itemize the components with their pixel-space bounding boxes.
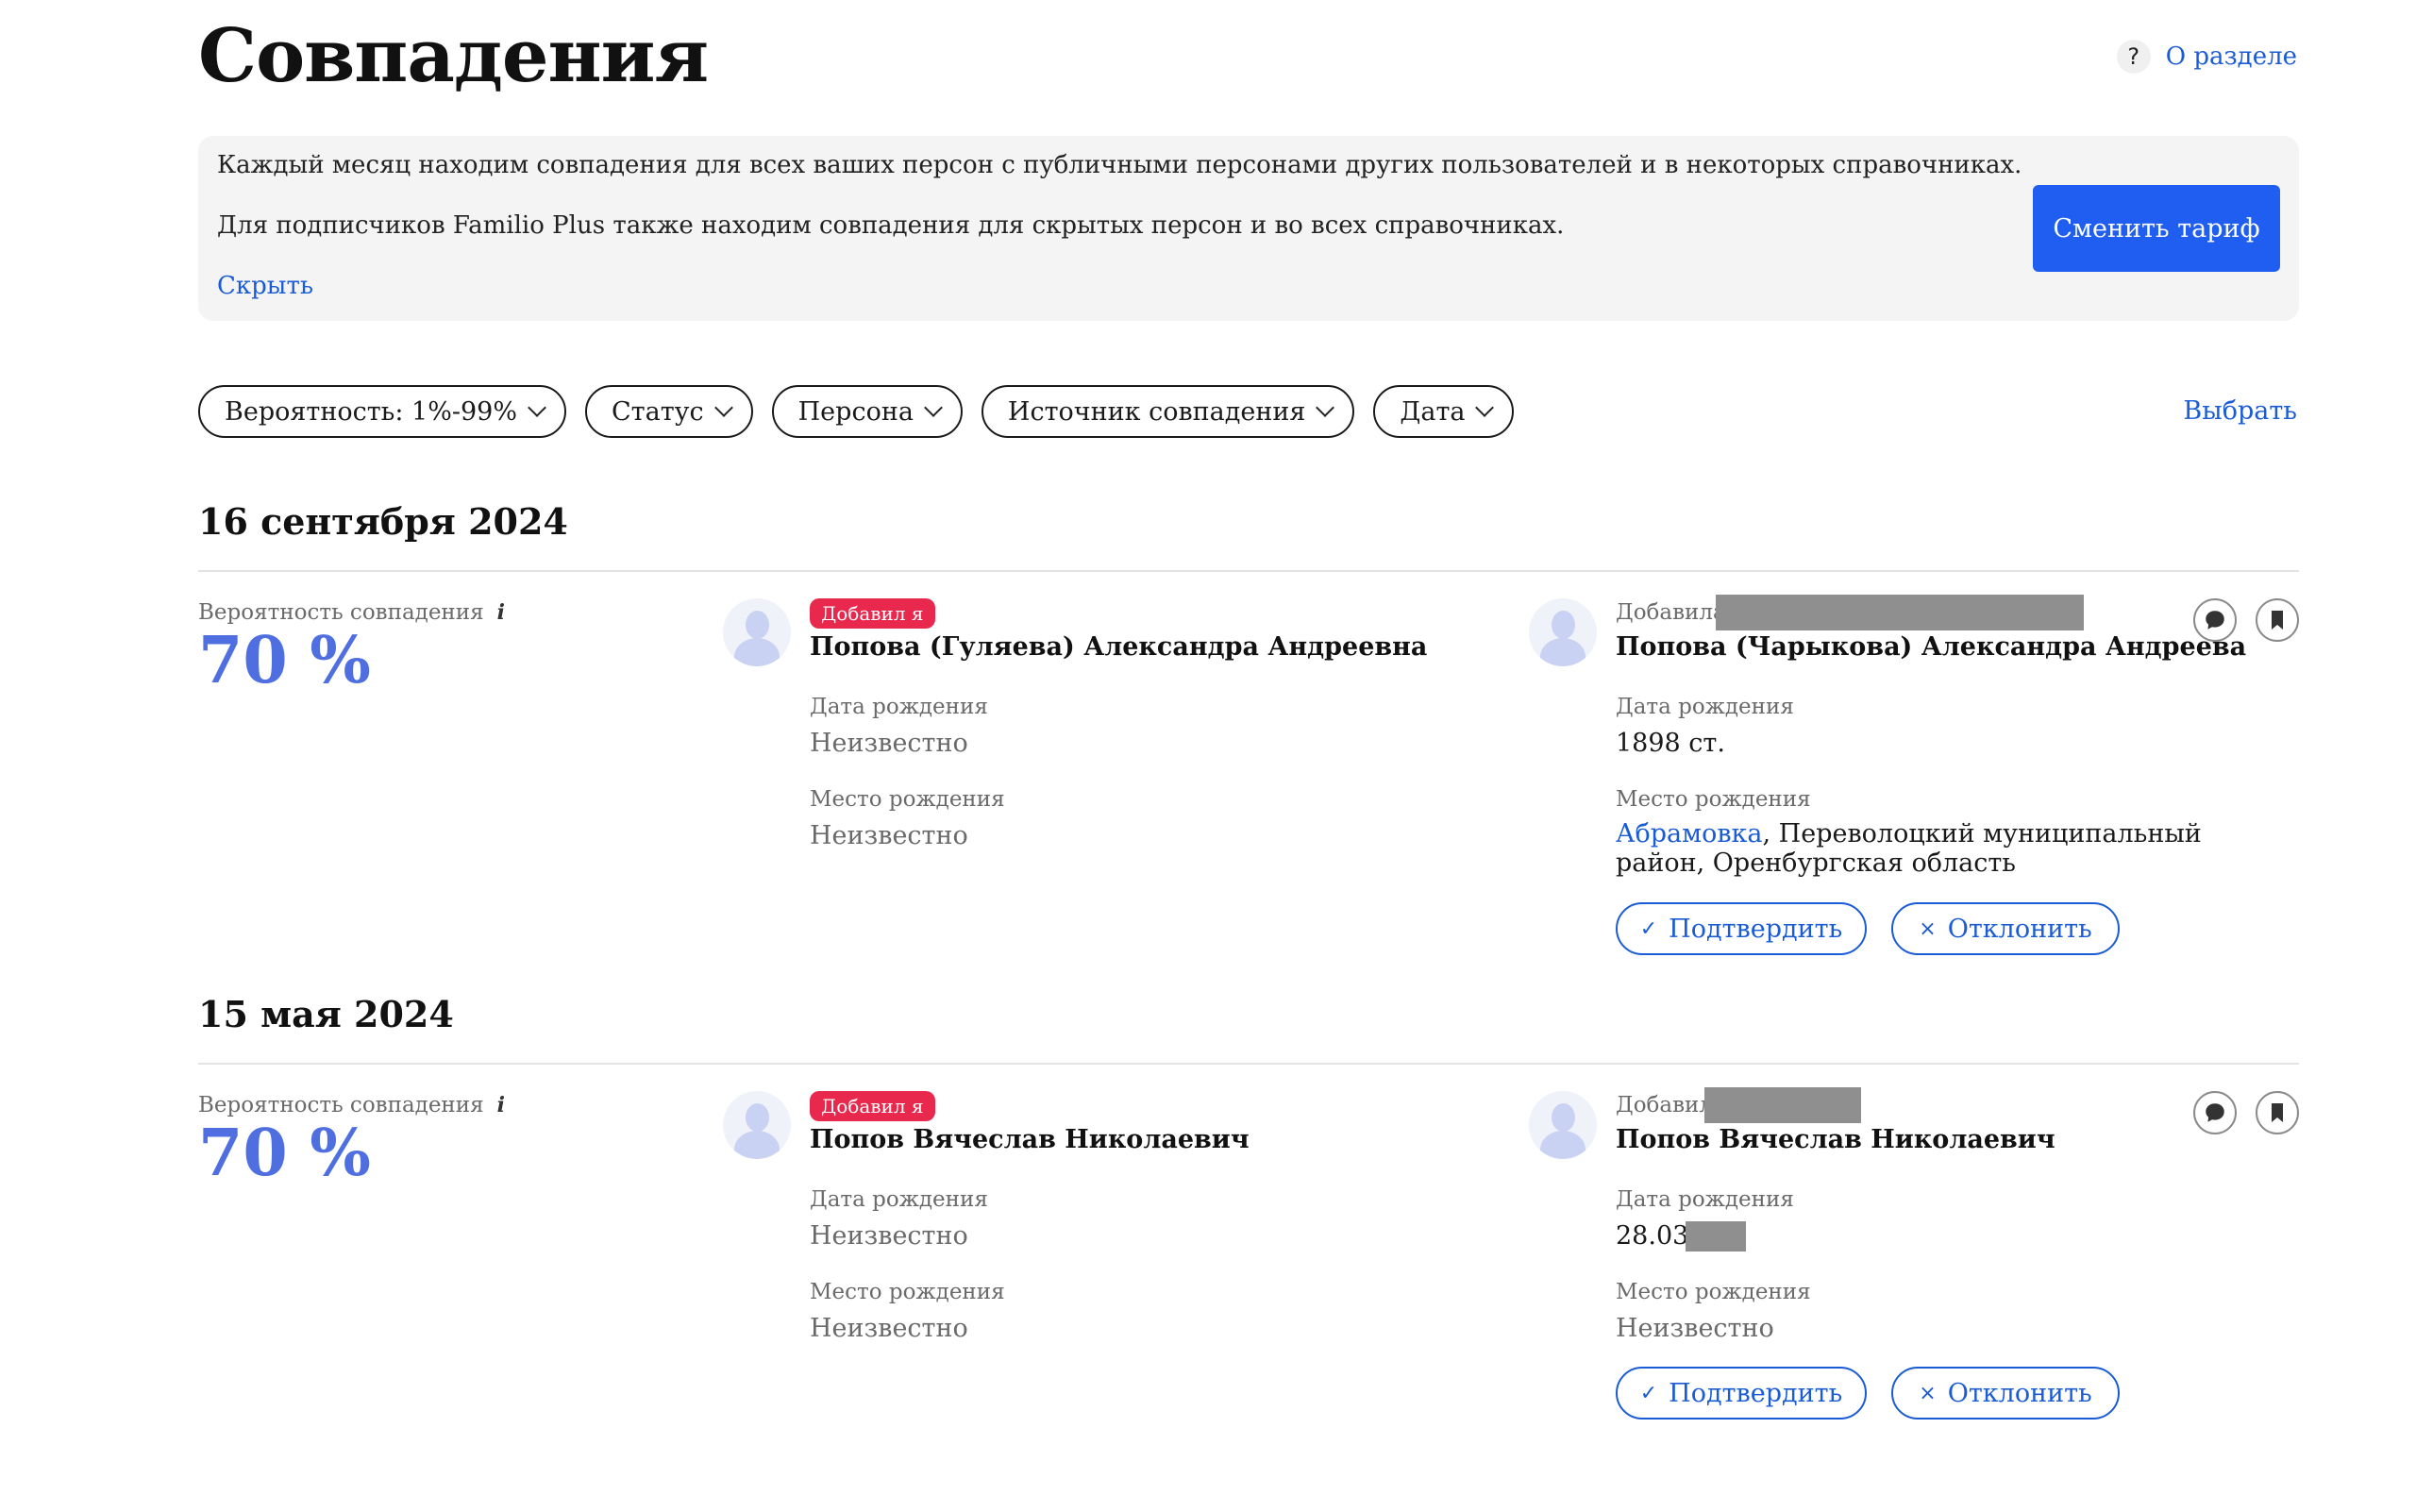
chevron-down-icon [924,398,943,417]
person-name[interactable]: Попов Вячеслав Николаевич [810,1125,1250,1154]
probability-label: Вероятность совпадения i [198,1093,505,1117]
filter-label: Статус [612,396,704,427]
birth-date-label: Дата рождения [1616,1187,1794,1212]
person-name[interactable]: Попова (Чарыкова) Александра Андреева [1616,632,2246,662]
reject-button[interactable]: × Отклонить [1891,1367,2120,1420]
birth-place-label: Место рождения [810,787,1005,812]
hide-link[interactable]: Скрыть [217,272,313,300]
comment-button[interactable] [2193,1091,2237,1134]
redacted-author [1704,1087,1861,1123]
bookmark-icon [2272,1103,2283,1122]
filter-label: Источник совпадения [1007,396,1306,427]
reject-label: Отклонить [1947,1378,2092,1408]
chevron-down-icon [528,398,546,417]
filter-label: Дата [1400,396,1466,427]
birth-place-label: Место рождения [1616,1280,1811,1304]
info-text-2: Для подписчиков Familio Plus также наход… [217,211,1565,240]
added-by-me-badge: Добавил я [810,598,935,629]
person-name[interactable]: Попов Вячеслав Николаевич [1616,1125,2055,1154]
bookmark-button[interactable] [2256,598,2299,642]
avatar-icon [1529,1091,1597,1159]
confirm-label: Подтвердить [1669,1378,1843,1408]
birth-place-value: Неизвестно [1616,1314,1774,1343]
divider [198,570,2299,572]
birth-date-label: Дата рождения [810,1187,988,1212]
help-icon[interactable]: ? [2116,40,2151,74]
probability-value: 70 % [198,623,371,698]
select-link[interactable]: Выбрать [2183,396,2297,426]
probability-label: Вероятность совпадения i [198,600,505,625]
chevron-down-icon [1475,398,1495,417]
close-icon: × [1919,916,1937,941]
birth-place-value: Абрамовка, Переволоцкий муниципальный ра… [1616,819,2276,878]
person-name[interactable]: Попова (Гуляева) Александра Андреевна [810,632,1427,662]
added-by-label: Добавила [1616,600,1726,625]
filter-date[interactable]: Дата [1373,385,1515,438]
info-icon[interactable]: i [497,1093,505,1117]
avatar-icon [1529,598,1597,666]
added-by-label: Добавил [1616,1093,1713,1117]
avatar-icon [723,598,791,666]
date-heading: 15 мая 2024 [198,993,454,1035]
birth-date-label: Дата рождения [1616,695,1794,719]
birth-place-link[interactable]: Абрамовка [1616,819,1763,848]
filter-probability[interactable]: Вероятность: 1%-99% [198,385,566,438]
info-banner: Каждый месяц находим совпадения для всех… [198,136,2299,321]
about-link[interactable]: О разделе [2166,42,2297,71]
comment-button[interactable] [2193,598,2237,642]
chevron-down-icon [713,398,733,417]
filter-source[interactable]: Источник совпадения [981,385,1355,438]
info-icon[interactable]: i [497,600,505,625]
filter-label: Персона [797,396,914,427]
comment-icon [2206,1103,2224,1122]
probability-value: 70 % [198,1116,371,1191]
redacted-year [1686,1221,1746,1252]
birth-place-label: Место рождения [1616,787,1811,812]
birth-date-label: Дата рождения [810,695,988,719]
filter-status[interactable]: Статус [585,385,753,438]
close-icon: × [1919,1381,1937,1405]
added-by-me-badge: Добавил я [810,1091,935,1121]
filter-bar: Вероятность: 1%-99% Статус Персона Источ… [198,385,1515,438]
comment-icon [2206,611,2224,630]
change-tariff-button[interactable]: Сменить тариф [2033,185,2280,272]
reject-label: Отклонить [1947,914,2092,944]
reject-button[interactable]: × Отклонить [1891,902,2120,955]
redacted-author [1716,595,2084,630]
birth-date-value: 28.03. [1616,1221,1697,1251]
probability-label-text: Вероятность совпадения [198,600,484,625]
confirm-button[interactable]: ✓ Подтвердить [1616,902,1867,955]
bookmark-button[interactable] [2256,1091,2299,1134]
birth-place-value: Неизвестно [810,1314,968,1343]
confirm-button[interactable]: ✓ Подтвердить [1616,1367,1867,1420]
birth-place-value: Неизвестно [810,821,968,850]
page-title: Совпадения [198,13,709,99]
birth-date-value: Неизвестно [810,729,968,758]
divider [198,1063,2299,1065]
check-icon: ✓ [1639,916,1658,941]
about-section[interactable]: ? О разделе [2116,40,2297,74]
date-heading: 16 сентября 2024 [198,500,568,543]
birth-place-label: Место рождения [810,1280,1005,1304]
filter-label: Вероятность: 1%-99% [225,396,517,427]
check-icon: ✓ [1639,1381,1658,1405]
bookmark-icon [2272,611,2283,630]
filter-person[interactable]: Персона [771,385,963,438]
info-text-1: Каждый месяц находим совпадения для всех… [217,151,2022,179]
confirm-label: Подтвердить [1669,914,1843,944]
chevron-down-icon [1316,398,1335,417]
birth-date-value: 1898 ст. [1616,729,1725,758]
avatar-icon [723,1091,791,1159]
birth-date-value: Неизвестно [810,1221,968,1251]
probability-label-text: Вероятность совпадения [198,1093,484,1117]
